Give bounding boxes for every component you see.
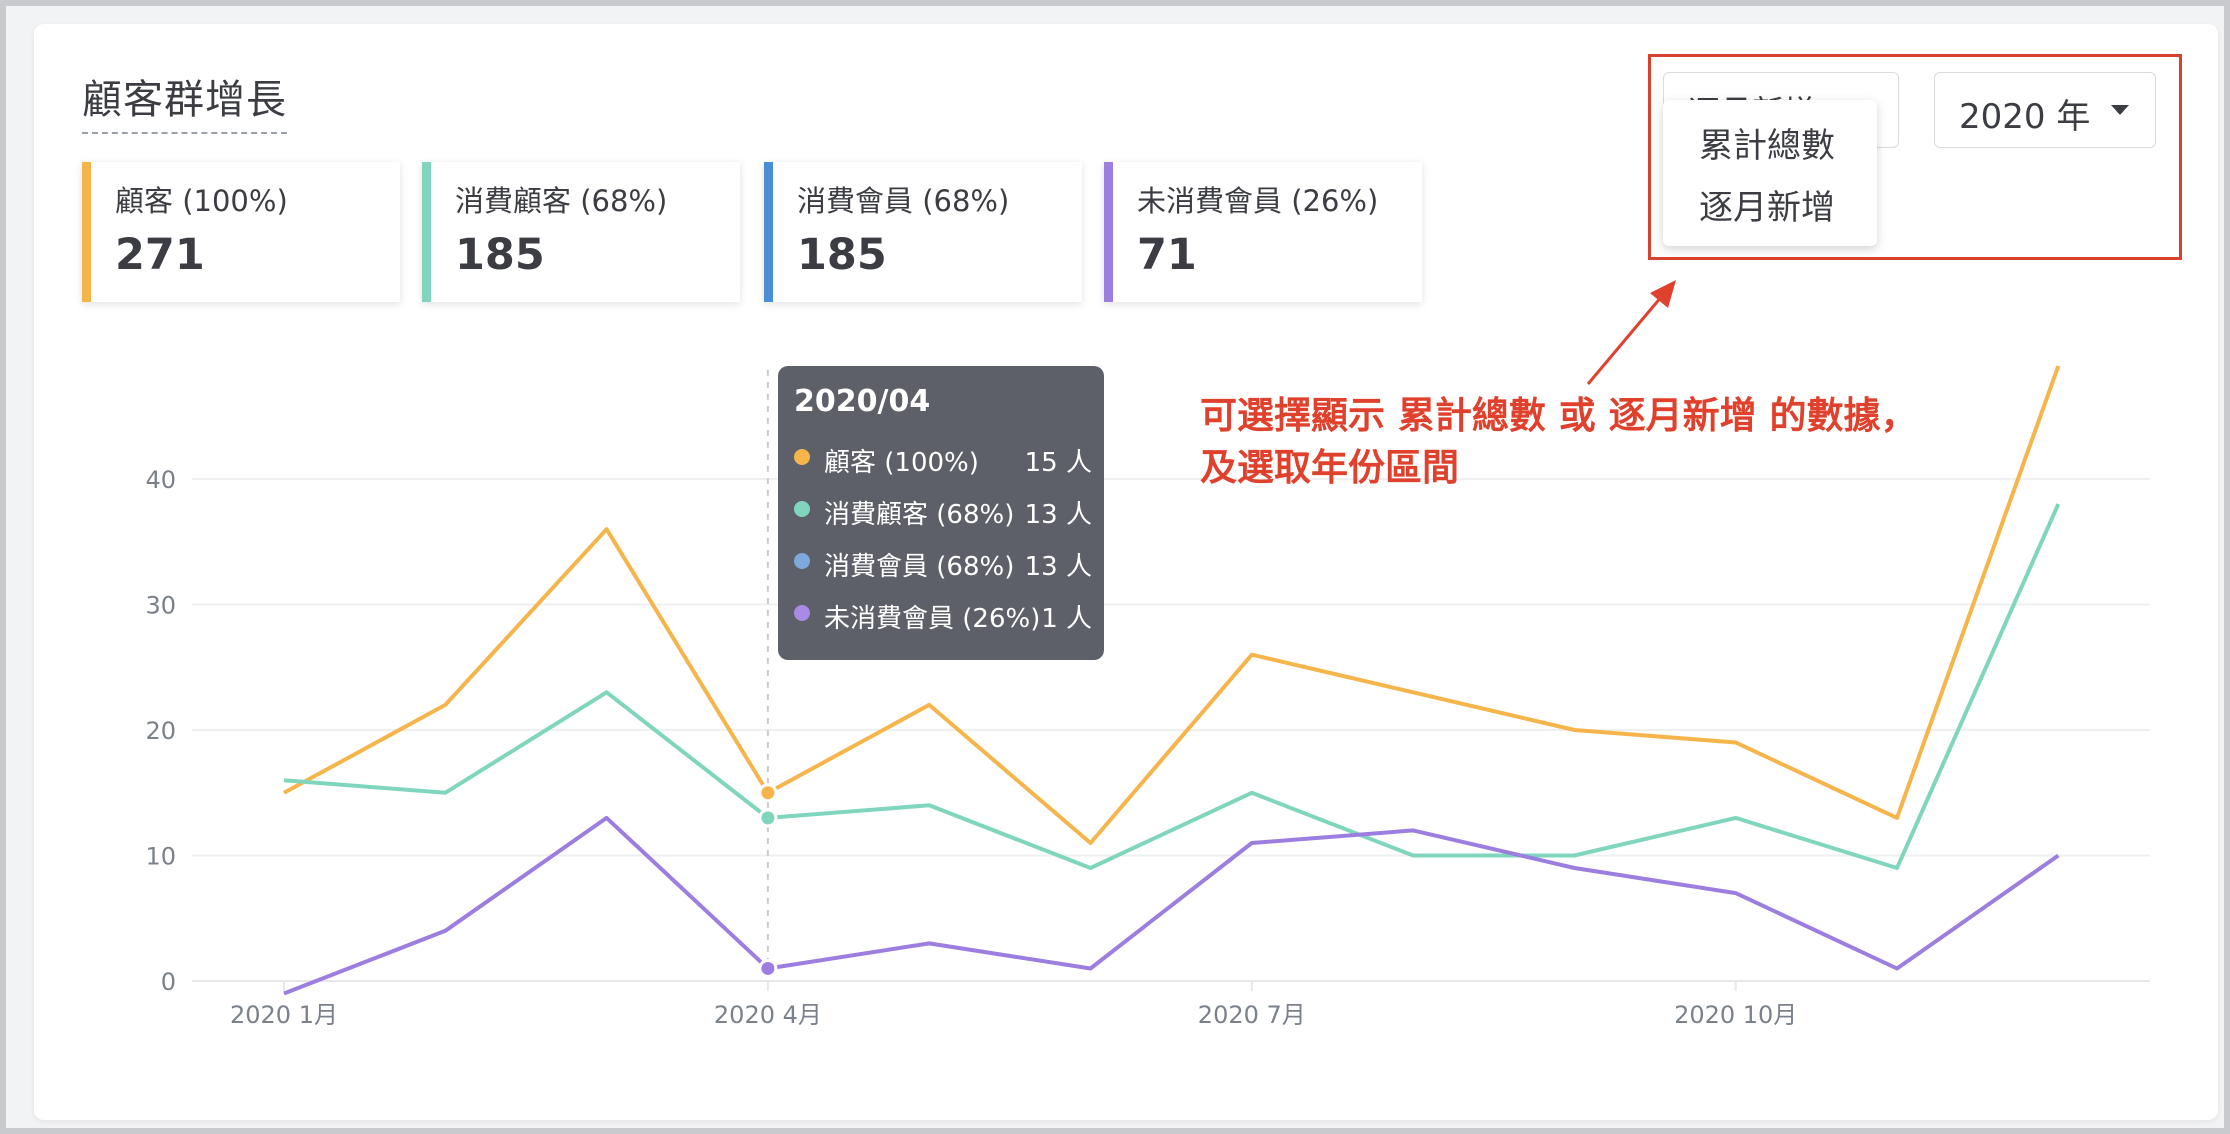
- tooltip-series-value: 1 人: [1041, 604, 1092, 634]
- legend-dot-icon: [794, 553, 810, 569]
- tooltip-row: 消費會員 (68%) 13 人: [794, 542, 1092, 582]
- tooltip-row: 顧客 (100%) 15 人: [794, 438, 1092, 478]
- tooltip-series-value: 15 人: [1024, 448, 1092, 478]
- tooltip-series-name: 顧客 (100%): [824, 448, 979, 478]
- annotation-line-2: 及選取年份區間: [1200, 446, 1459, 489]
- tooltip-series-name: 消費顧客 (68%): [824, 500, 1015, 530]
- tooltip-row: 未消費會員 (26%) 1 人: [794, 594, 1092, 634]
- tooltip-row: 消費顧客 (68%) 13 人: [794, 490, 1092, 530]
- legend-dot-icon: [794, 449, 810, 465]
- legend-dot-icon: [794, 605, 810, 621]
- tooltip-series-value: 13 人: [1024, 552, 1092, 582]
- annotation-arrow-icon: [1586, 280, 1676, 385]
- chart-tooltip: 2020/04 顧客 (100%) 15 人 消費顧客 (68%) 13 人 消…: [778, 366, 1104, 660]
- tooltip-series-value: 13 人: [1024, 500, 1092, 530]
- legend-dot-icon: [794, 501, 810, 517]
- annotation-line-1: 可選擇顯示 累計總數 或 逐月新增 的數據，: [1200, 394, 1918, 437]
- annotation-text: 可選擇顯示 累計總數 或 逐月新增 的數據， 及選取年份區間: [1200, 390, 1918, 494]
- tooltip-series-name: 消費會員 (68%): [824, 552, 1015, 582]
- tooltip-series-name: 未消費會員 (26%): [824, 604, 1041, 634]
- tooltip-title: 2020/04: [794, 384, 931, 419]
